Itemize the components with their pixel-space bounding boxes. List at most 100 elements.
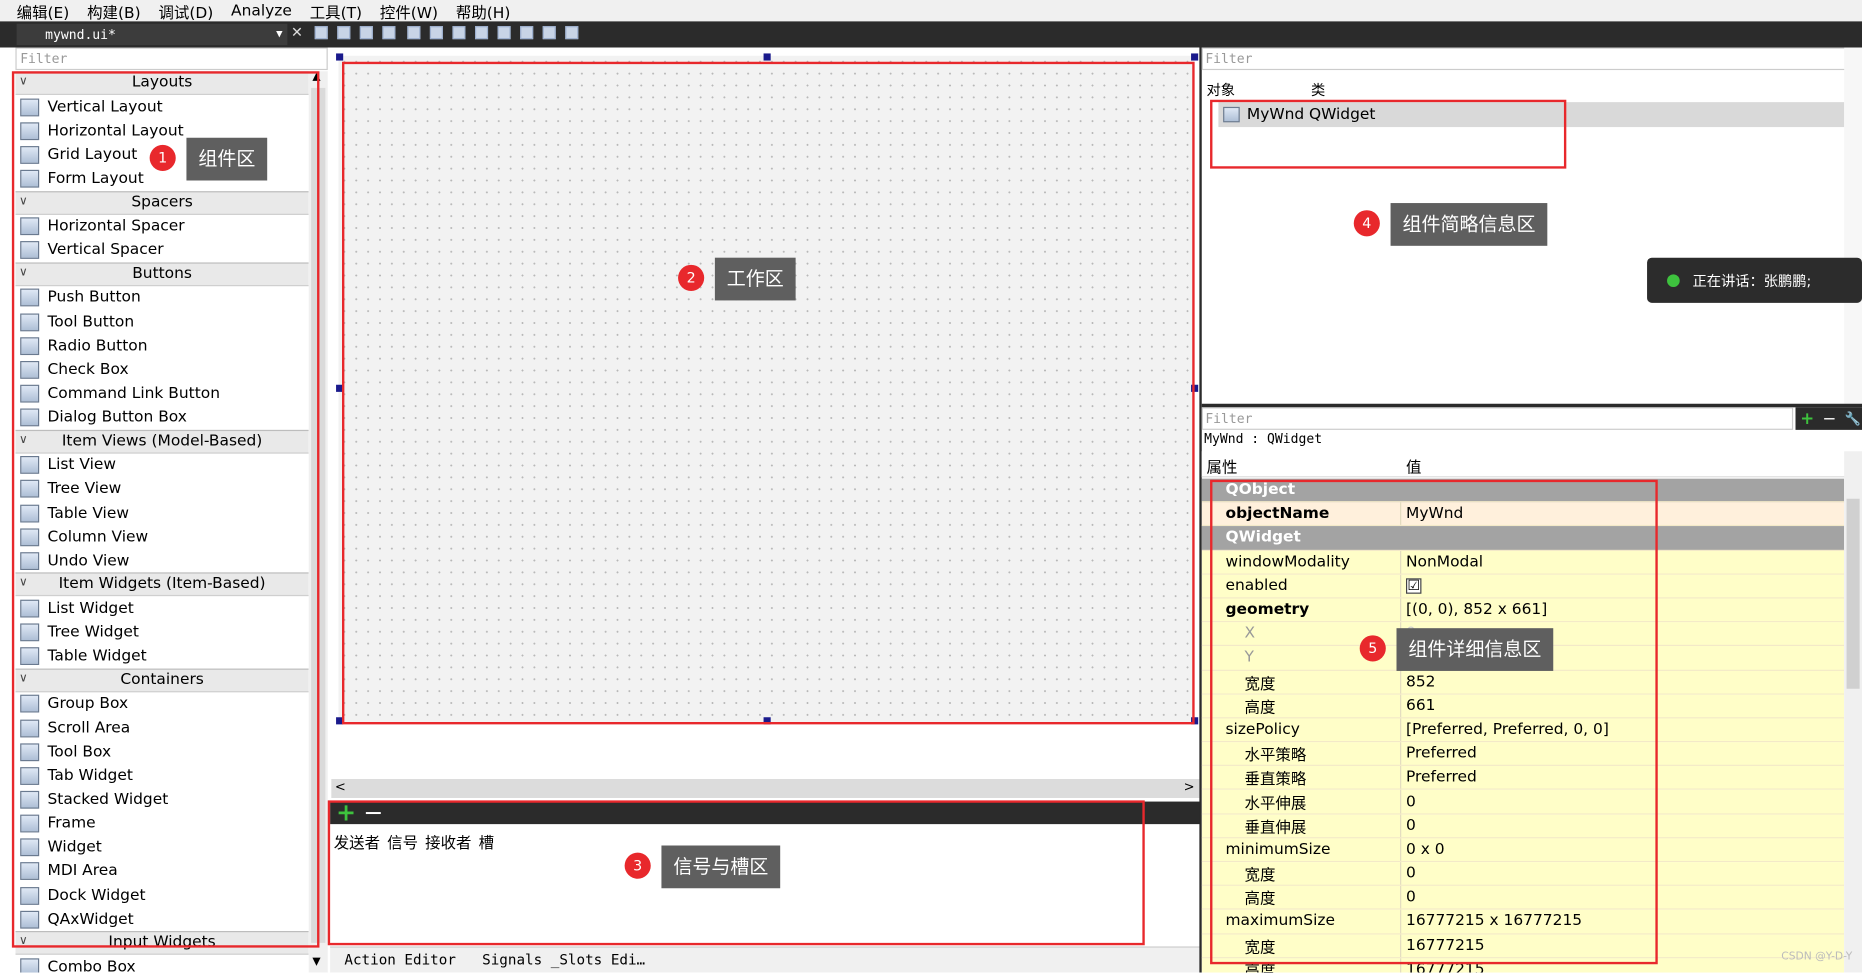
widget-item[interactable]: Combo Box — [15, 955, 308, 973]
widget-item[interactable]: Vertical Layout — [15, 95, 308, 119]
property-category-row[interactable]: QWidget — [1202, 527, 1844, 551]
widget-item[interactable]: QAxWidget — [15, 907, 308, 931]
form-canvas[interactable] — [338, 56, 1194, 723]
property-value[interactable]: 0 x 0 — [1401, 841, 1444, 859]
column-object[interactable]: 对象 — [1207, 80, 1236, 100]
layout-vertical-icon[interactable] — [430, 26, 443, 39]
resize-handle[interactable] — [336, 53, 343, 60]
property-row[interactable]: 垂直策略Preferred — [1202, 766, 1844, 790]
remove-connection-button[interactable]: − — [363, 798, 383, 827]
adjust-size-icon[interactable] — [565, 26, 578, 39]
property-value[interactable]: MyWnd — [1401, 505, 1463, 523]
widget-item[interactable]: Horizontal Spacer — [15, 214, 308, 238]
widget-item[interactable]: Tool Box — [15, 740, 308, 764]
property-row[interactable]: maximumSize16777215 x 16777215 — [1202, 910, 1844, 934]
category-header[interactable]: ∨Layouts — [15, 71, 308, 95]
widget-item[interactable]: Scroll Area — [15, 716, 308, 740]
chevron-down-icon[interactable]: ∨ — [19, 262, 28, 283]
chevron-down-icon[interactable]: ▼ — [276, 29, 282, 41]
property-row[interactable]: 水平策略Preferred — [1202, 742, 1844, 766]
category-header[interactable]: ∨Input Widgets — [15, 931, 308, 955]
property-row[interactable]: 宽度852 — [1202, 670, 1844, 694]
chevron-down-icon[interactable]: ∨ — [19, 430, 28, 451]
widget-item[interactable]: List Widget — [15, 597, 308, 621]
resize-handle[interactable] — [1191, 385, 1198, 392]
resize-handle[interactable] — [336, 717, 343, 724]
widget-item[interactable]: Dock Widget — [15, 883, 308, 907]
property-value[interactable]: [(0, 0), 852 x 661] — [1401, 601, 1547, 619]
property-row[interactable]: 宽度0 — [1202, 862, 1844, 886]
widget-item[interactable]: Column View — [15, 525, 308, 549]
property-row[interactable]: 水平伸展0 — [1202, 790, 1844, 814]
resize-handle[interactable] — [764, 717, 771, 724]
property-value[interactable]: 852 — [1401, 673, 1435, 691]
property-value[interactable]: 0 — [1401, 793, 1416, 811]
menu-debug[interactable]: 调试(D) — [158, 0, 213, 22]
property-row[interactable]: windowModalityNonModal — [1202, 550, 1844, 574]
widget-item[interactable]: Radio Button — [15, 334, 308, 358]
widget-item[interactable]: Tool Button — [15, 310, 308, 334]
widget-item[interactable]: Widget — [15, 836, 308, 860]
resize-handle[interactable] — [764, 53, 771, 60]
edit-signals-icon[interactable] — [337, 26, 350, 39]
property-row[interactable]: 垂直伸展0 — [1202, 814, 1844, 838]
menu-help[interactable]: 帮助(H) — [456, 0, 511, 22]
layout-grid-icon[interactable] — [520, 26, 533, 39]
widget-item[interactable]: Tab Widget — [15, 764, 308, 788]
widget-item[interactable]: Table Widget — [15, 644, 308, 668]
property-value[interactable]: ☑ — [1401, 578, 1421, 593]
property-row[interactable]: minimumSize0 x 0 — [1202, 838, 1844, 862]
edit-widgets-icon[interactable] — [315, 26, 328, 39]
property-row[interactable]: 高度16777215 — [1202, 958, 1844, 973]
widget-item[interactable]: Table View — [15, 501, 308, 525]
chevron-down-icon[interactable]: ∨ — [19, 931, 28, 952]
column-property[interactable]: 属性 — [1207, 455, 1238, 478]
column-value[interactable]: 值 — [1406, 455, 1421, 478]
category-header[interactable]: ∨Buttons — [15, 262, 308, 286]
category-header[interactable]: ∨Containers — [15, 668, 308, 692]
property-value[interactable]: NonModal — [1401, 553, 1483, 571]
scroll-right-icon[interactable]: > — [1184, 779, 1195, 794]
column-class[interactable]: 类 — [1311, 80, 1325, 100]
add-connection-button[interactable]: + — [336, 798, 356, 827]
widget-item[interactable]: Command Link Button — [15, 382, 308, 406]
tab-signals-slots-editor[interactable]: Signals _Slots Edi… — [482, 951, 645, 968]
property-value[interactable]: 661 — [1401, 697, 1435, 715]
chevron-down-icon[interactable]: ∨ — [19, 191, 28, 212]
property-row[interactable]: sizePolicy[Preferred, Preferred, 0, 0] — [1202, 718, 1844, 742]
widget-item[interactable]: List View — [15, 453, 308, 477]
widget-item[interactable]: Tree Widget — [15, 621, 308, 645]
object-row-mywnd[interactable]: MyWnd QWidget — [1218, 102, 1844, 127]
layout-horizontal-icon[interactable] — [407, 26, 420, 39]
edit-tab-order-icon[interactable] — [382, 26, 395, 39]
widget-item[interactable]: Dialog Button Box — [15, 406, 308, 430]
column-sender[interactable]: 发送者 — [334, 830, 380, 853]
break-layout-icon[interactable] — [543, 26, 556, 39]
scroll-left-icon[interactable]: < — [335, 779, 346, 794]
tab-action-editor[interactable]: Action Editor — [344, 951, 456, 968]
widget-box-scrollbar[interactable]: ▲ ▼ — [309, 71, 328, 972]
property-value[interactable]: 16777215 x 16777215 — [1401, 913, 1582, 931]
menu-edit[interactable]: 编辑(E) — [17, 0, 70, 22]
menu-tools[interactable]: 工具(T) — [310, 0, 362, 22]
editor-file-tab[interactable]: mywnd.ui* ▼ — [17, 24, 288, 45]
wrench-icon[interactable]: 🔧 — [1845, 411, 1861, 426]
edit-buddies-icon[interactable] — [360, 26, 373, 39]
property-value[interactable]: Preferred — [1401, 769, 1477, 787]
property-row[interactable]: 高度0 — [1202, 886, 1844, 910]
layout-form-icon[interactable] — [498, 26, 511, 39]
column-receiver[interactable]: 接收者 — [425, 830, 471, 853]
widget-filter-input[interactable]: Filter — [15, 48, 327, 71]
widget-item[interactable]: Vertical Spacer — [15, 238, 308, 262]
widget-item[interactable]: Undo View — [15, 549, 308, 573]
widget-item[interactable]: Frame — [15, 812, 308, 836]
widget-item[interactable]: Stacked Widget — [15, 788, 308, 812]
menu-build[interactable]: 构建(B) — [87, 0, 141, 22]
widget-item[interactable]: Push Button — [15, 286, 308, 310]
widget-item[interactable]: Check Box — [15, 358, 308, 382]
chevron-down-icon[interactable]: ∨ — [19, 668, 28, 689]
property-category-row[interactable]: QObject — [1202, 479, 1844, 503]
close-icon[interactable]: ✕ — [291, 24, 303, 41]
property-row[interactable]: objectNameMyWnd — [1202, 503, 1844, 527]
property-value[interactable]: 16777215 — [1401, 961, 1484, 973]
